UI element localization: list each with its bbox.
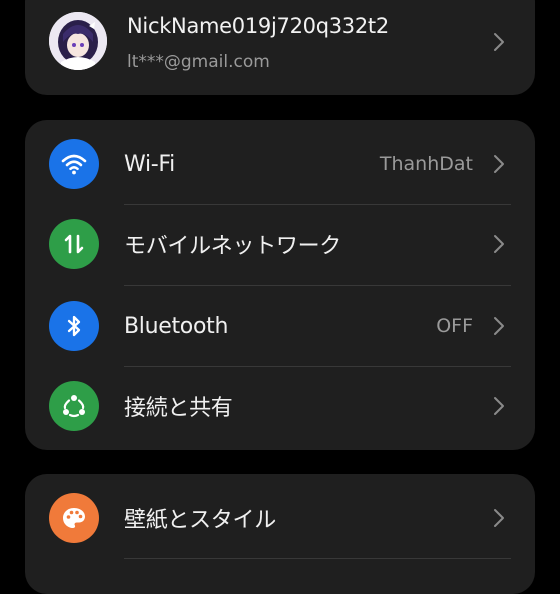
chevron-right-icon <box>491 152 507 176</box>
mobile-network-row[interactable]: モバイルネットワーク <box>25 204 535 284</box>
account-card[interactable]: NickName019j720q332t2 lt***@gmail.com <box>25 0 535 95</box>
connectivity-card: Wi-Fi ThanhDat モバイルネットワーク Bluetooth OFF <box>25 120 535 450</box>
personalization-card: 壁紙とスタイル <box>25 474 535 594</box>
bluetooth-label: Bluetooth <box>124 313 229 339</box>
wifi-icon <box>49 139 99 189</box>
share-icon <box>49 381 99 431</box>
divider <box>124 558 511 559</box>
wallpaper-style-label: 壁紙とスタイル <box>124 508 276 533</box>
wifi-row[interactable]: Wi-Fi ThanhDat <box>25 124 535 204</box>
mobile-data-icon <box>49 219 99 269</box>
chevron-right-icon <box>491 506 507 530</box>
avatar <box>49 12 107 70</box>
wallpaper-style-row[interactable]: 壁紙とスタイル <box>25 478 535 558</box>
wifi-network-name: ThanhDat <box>379 153 473 175</box>
bluetooth-icon <box>49 301 99 351</box>
chevron-right-icon <box>491 30 507 54</box>
connection-sharing-label: 接続と共有 <box>124 396 233 421</box>
mobile-network-label: モバイルネットワーク <box>124 234 342 259</box>
chevron-right-icon <box>491 232 507 256</box>
connection-sharing-row[interactable]: 接続と共有 <box>25 366 535 446</box>
chevron-right-icon <box>491 314 507 338</box>
palette-icon <box>49 493 99 543</box>
bluetooth-row[interactable]: Bluetooth OFF <box>25 286 535 366</box>
chevron-right-icon <box>491 394 507 418</box>
account-name: NickName019j720q332t2 <box>127 14 389 38</box>
bluetooth-status: OFF <box>436 315 473 337</box>
wifi-label: Wi-Fi <box>124 151 175 177</box>
account-email: lt***@gmail.com <box>127 52 270 72</box>
